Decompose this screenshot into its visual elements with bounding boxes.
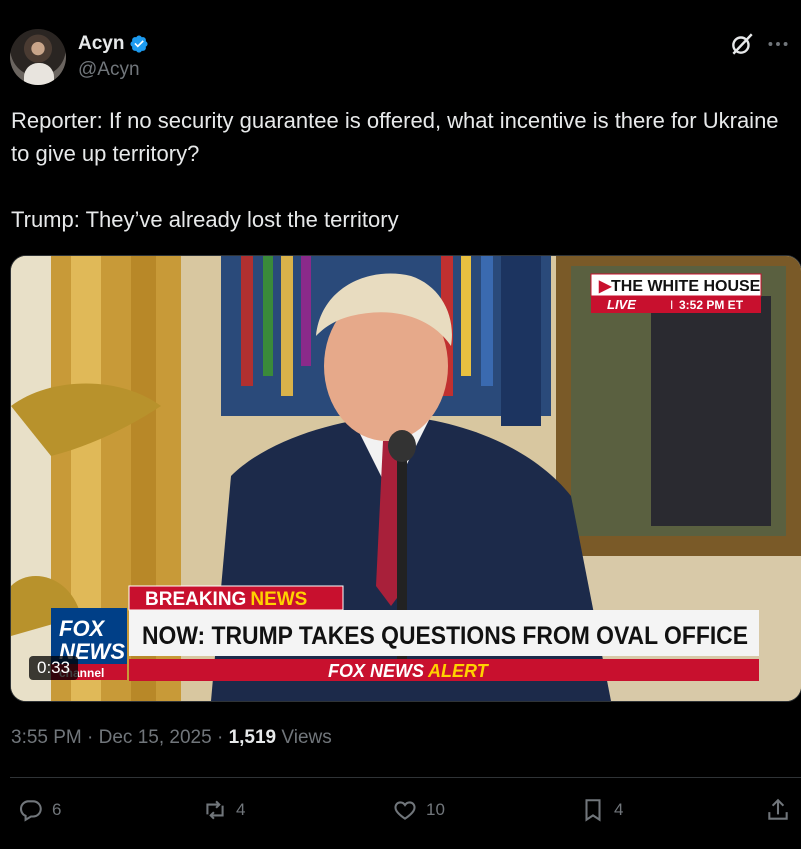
views-count: 1,519 [228, 727, 277, 748]
author-name-row[interactable]: Acyn [78, 33, 149, 55]
like-button[interactable]: 10 [392, 790, 445, 830]
divider [10, 777, 801, 778]
reply-count: 6 [52, 800, 62, 819]
alert-label: ALERT [427, 661, 490, 681]
live-label: LIVE [607, 297, 636, 312]
meta-separator: · [211, 727, 229, 748]
tweet-header: Acyn @Acyn [10, 29, 791, 85]
svg-text:▶: ▶ [598, 278, 612, 295]
share-icon [768, 798, 788, 820]
channel-logo-fox: FOX [59, 616, 106, 641]
video-player[interactable]: ▶ THE WHITE HOUSE LIVE I 3:52 PM ET BREA… [10, 255, 801, 702]
video-frame: ▶ THE WHITE HOUSE LIVE I 3:52 PM ET BREA… [11, 256, 801, 701]
heart-icon [394, 801, 416, 820]
svg-text:FOX NEWSALERT: FOX NEWS ALERT [328, 661, 490, 681]
views-label: Views [281, 727, 332, 748]
breaking-label: BREAKING [145, 589, 246, 610]
headline: NOW: TRUMP TAKES QUESTIONS FROM OVAL OFF… [142, 622, 748, 650]
avatar[interactable] [10, 29, 66, 85]
location-banner: THE WHITE HOUSE [611, 278, 761, 295]
tweet-meta: 3:55 PM · Dec 15, 2025 · 1,519 Views [11, 727, 332, 749]
svg-text:BREAKINGNEWS: BREAKING NEWS [145, 589, 307, 610]
news-label: NEWS [250, 589, 307, 610]
live-time: 3:52 PM ET [679, 298, 744, 312]
repost-icon [206, 800, 224, 820]
bookmark-icon [585, 799, 601, 822]
verified-badge-icon [130, 35, 149, 53]
repost-button[interactable]: 4 [202, 790, 245, 830]
author-handle[interactable]: @Acyn [78, 59, 140, 81]
svg-text:I: I [670, 298, 673, 312]
author-display-name[interactable]: Acyn [78, 33, 124, 55]
action-bar: 6 4 10 4 [10, 790, 791, 830]
repost-count: 4 [236, 800, 246, 819]
like-count: 10 [426, 800, 445, 819]
reply-button[interactable]: 6 [18, 790, 61, 830]
alert-fox-label: FOX NEWS [328, 661, 424, 681]
tweet-timestamp[interactable]: 3:55 PM · Dec 15, 2025 [11, 727, 212, 748]
more-icon[interactable] [765, 31, 791, 57]
reply-icon [19, 800, 42, 822]
bookmark-count: 4 [614, 800, 624, 819]
bookmark-button[interactable]: 4 [580, 790, 623, 830]
video-duration: 0:33 [29, 656, 79, 680]
grok-icon[interactable] [729, 31, 755, 57]
tweet-text: Reporter: If no security guarantee is of… [11, 108, 779, 232]
share-button[interactable] [765, 790, 791, 830]
